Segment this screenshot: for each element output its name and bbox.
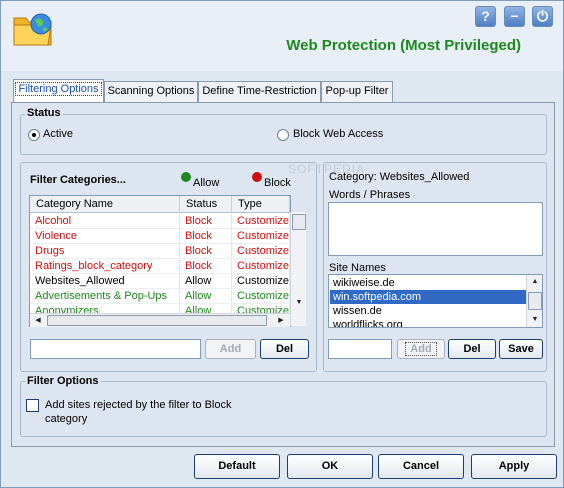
cell-status: Block [180,259,232,274]
cancel-button[interactable]: Cancel [378,454,464,479]
column-header-type[interactable]: Type [232,196,290,213]
scroll-left-arrow-icon[interactable]: ◀ [30,314,46,328]
categories-vscroll[interactable]: ▼ [290,212,306,326]
allow-legend: Allow [193,177,220,189]
active-radio[interactable] [28,129,40,141]
table-row[interactable]: Advertisements & Pop-Ups Allow Customize [30,289,290,304]
site-name-input[interactable] [328,339,392,359]
cell-status: Allow [180,274,232,289]
categories-table: Category Name Status Type Alcohol Block Cu… [29,195,291,327]
active-radio-label: Active [43,128,73,140]
site-names-vscroll[interactable]: ▲ ▼ [526,275,542,327]
cell-status: Block [180,244,232,259]
table-row[interactable]: Ratings_block_category Block Customize [30,259,290,274]
tab-popup-filter[interactable]: Pop-up Filter [321,81,393,102]
folder-globe-icon [13,13,52,46]
cell-type: Customize [232,259,290,274]
minimize-button[interactable]: − [504,6,525,27]
cell-type: Customize [232,229,290,244]
categories-vscroll-thumb[interactable] [292,214,306,230]
cell-name: Drugs [30,244,180,259]
add-site-label: Add [405,342,437,356]
cell-name: Websites_Allowed [30,274,180,289]
words-phrases-label: Words / Phrases [329,189,411,201]
list-item[interactable]: win.softpedia.com [330,290,526,304]
table-row[interactable]: Violence Block Customize [30,229,290,244]
cell-status: Allow [180,289,232,304]
block-legend: Block [264,177,291,189]
default-button[interactable]: Default [194,454,280,479]
add-rejected-sites-checkbox[interactable] [26,399,39,412]
block-web-access-radio[interactable] [277,129,289,141]
category-detail-label: Category: Websites_Allowed [329,171,470,183]
list-item[interactable]: worldflicks.org [330,318,526,327]
delete-category-button[interactable]: Del [260,339,309,359]
add-category-button[interactable]: Add [205,339,256,359]
table-row[interactable]: Websites_Allowed Allow Customize [30,274,290,289]
help-button[interactable]: ? [475,6,496,27]
ok-button[interactable]: OK [287,454,373,479]
window-title: Web Protection (Most Privileged) [286,37,521,54]
scroll-right-arrow-icon[interactable]: ▶ [273,314,289,328]
cell-name: Alcohol [30,214,180,229]
cell-type: Customize [232,244,290,259]
column-header-status[interactable]: Status [180,196,232,213]
filter-categories-heading: Filter Categories... [30,174,126,186]
cell-name: Ratings_block_category [30,259,180,274]
tab-scanning-options[interactable]: Scanning Options [104,81,198,102]
list-item[interactable]: wikiweise.de [330,276,526,290]
cell-type: Customize [232,214,290,229]
column-header-category[interactable]: Category Name [30,196,180,213]
site-names-list: wikiweise.de win.softpedia.com wissen.de wo… [328,274,543,328]
categories-hscroll-thumb[interactable] [47,315,267,326]
tab-filtering-options[interactable]: Filtering Options [13,79,104,102]
tab-label: Filtering Options [15,82,102,96]
status-group-label: Status [25,107,63,119]
delete-site-button[interactable]: Del [448,339,496,359]
cell-status: Block [180,229,232,244]
title-area: Web Protection (Most Privileged) ? − ⏻ [1,1,563,71]
save-site-button[interactable]: Save [499,339,543,359]
add-rejected-sites-label-2: category [45,413,88,425]
app-window: Web Protection (Most Privileged) ? − ⏻ F… [0,0,564,488]
block-dot-icon [252,172,262,182]
table-row[interactable]: Drugs Block Customize [30,244,290,259]
site-names-label: Site Names [329,262,386,274]
list-item[interactable]: wissen.de [330,304,526,318]
apply-button[interactable]: Apply [471,454,557,479]
scroll-down-arrow-icon[interactable]: ▼ [291,296,307,310]
power-button[interactable]: ⏻ [532,6,553,27]
category-name-input[interactable] [30,339,201,359]
block-web-access-label: Block Web Access [293,128,384,140]
categories-hscroll[interactable]: ◀ ▶ [30,313,290,327]
cell-type: Customize [232,274,290,289]
table-row[interactable]: Alcohol Block Customize [30,214,290,229]
allow-dot-icon [181,172,191,182]
filter-options-group-label: Filter Options [25,375,101,387]
tab-define-time-restriction[interactable]: Define Time-Restriction [198,81,321,102]
words-phrases-box[interactable] [328,202,543,256]
cell-name: Violence [30,229,180,244]
scroll-down-arrow-icon[interactable]: ▼ [527,313,543,327]
cell-type: Customize [232,289,290,304]
add-site-button[interactable]: Add [397,339,445,359]
scroll-up-arrow-icon[interactable]: ▲ [527,275,543,289]
cell-status: Block [180,214,232,229]
site-names-vscroll-thumb[interactable] [528,292,542,310]
cell-name: Advertisements & Pop-Ups [30,289,180,304]
add-rejected-sites-label: Add sites rejected by the filter to Bloc… [45,399,232,411]
